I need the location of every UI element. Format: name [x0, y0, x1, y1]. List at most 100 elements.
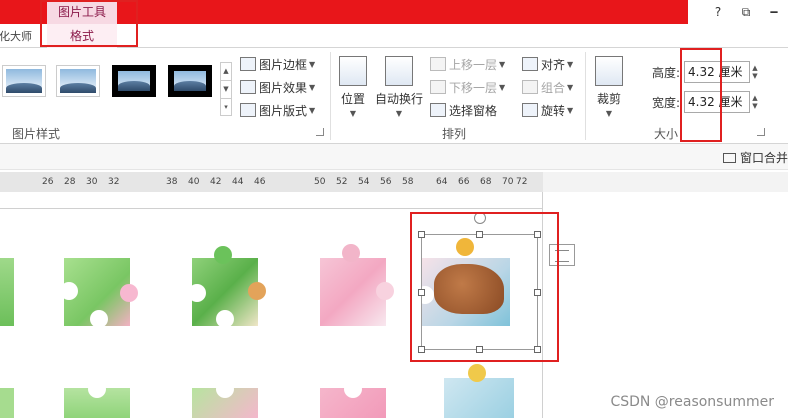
style-thumb-2[interactable]	[56, 65, 100, 97]
ruler-tick-label: 50	[314, 177, 326, 187]
picture-effects-icon	[240, 80, 256, 94]
ruler-tick-label: 44	[232, 177, 244, 187]
align-button[interactable]: 对齐 ▼	[522, 54, 573, 74]
style-thumb-4[interactable]	[168, 65, 212, 97]
picture-layout-label: 图片版式	[259, 103, 308, 118]
gallery-more-icon[interactable]: ▾	[221, 99, 231, 116]
puzzle-piece[interactable]	[0, 258, 14, 326]
ruler-tick-label: 72	[516, 177, 528, 187]
ruler-tick-label: 32	[108, 177, 120, 187]
merge-window-label: 窗口合并	[739, 151, 788, 165]
wrap-text-label: 自动换行	[374, 92, 423, 106]
window-icon	[722, 152, 736, 163]
ruler-tick-label: 40	[188, 177, 200, 187]
puzzle-piece[interactable]	[188, 246, 266, 328]
highlight-selected-picture	[410, 212, 559, 362]
ruler-tick-label: 66	[458, 177, 470, 187]
tab-beautify[interactable]: 美化大师	[0, 28, 32, 44]
separator	[330, 52, 331, 140]
selection-pane-icon	[430, 103, 446, 117]
picture-layout-icon	[240, 103, 256, 117]
restore-icon[interactable]: ⧉	[732, 5, 760, 20]
ruler-tick-label: 30	[86, 177, 98, 187]
style-thumb-1[interactable]	[2, 65, 46, 97]
width-spinner[interactable]: ▲ ▼	[750, 91, 760, 113]
selection-pane-label: 选择窗格	[449, 103, 498, 118]
gallery-down-icon[interactable]: ▼	[221, 81, 231, 99]
ruler-tick-label: 46	[254, 177, 266, 187]
horizontal-ruler[interactable]: 26 28 30 32 38 40 42 44 46 50 52 54 56 58 64 66 68 70 72	[0, 172, 543, 192]
page-top-edge	[0, 208, 543, 209]
selection-pane-button[interactable]: 选择窗格	[430, 100, 497, 120]
ruler-tick-label: 42	[210, 177, 222, 187]
ruler-tick-label: 26	[42, 177, 54, 187]
ruler-tick-label: 64	[436, 177, 448, 187]
group-icon	[522, 80, 538, 94]
bring-forward-button[interactable]: 上移一层 ▼	[430, 54, 505, 74]
ruler-tick-label: 54	[358, 177, 370, 187]
send-backward-icon	[430, 80, 446, 94]
crop-icon	[595, 56, 623, 86]
picture-border-icon	[240, 57, 256, 71]
size-launcher-icon[interactable]	[757, 128, 765, 136]
height-label: 高度:	[652, 66, 681, 80]
pane-bar: 窗口合并	[0, 144, 788, 170]
merge-window-button[interactable]: 窗口合并	[722, 149, 788, 166]
size-group-label: 大小	[654, 127, 679, 141]
picture-styles-launcher-icon[interactable]	[316, 128, 324, 136]
align-icon	[522, 57, 538, 71]
picture-effects-button[interactable]: 图片效果 ▼	[240, 77, 315, 97]
wrap-text-button[interactable]: 自动换行 ▼	[374, 56, 424, 118]
arrange-group-label: 排列	[442, 127, 467, 141]
position-button[interactable]: 位置 ▼	[338, 56, 368, 118]
send-backward-label: 下移一层	[449, 80, 498, 95]
separator	[585, 52, 586, 140]
crop-button[interactable]: 裁剪 ▼	[594, 56, 624, 118]
height-spinner[interactable]: ▲ ▼	[750, 61, 760, 83]
align-label: 对齐	[541, 57, 566, 72]
help-icon[interactable]: ?	[704, 5, 732, 19]
ruler-tick-label: 38	[166, 177, 178, 187]
bring-forward-label: 上移一层	[449, 57, 498, 72]
watermark: CSDN @reasonsummer	[610, 394, 774, 410]
ribbon: ▲ ▼ ▾ 图片边框 ▼ 图片效果 ▼ 图片版式 ▼ 图片样式 位置 ▼ 自动换行 ▼…	[0, 48, 788, 144]
ruler-tick-label: 70	[502, 177, 514, 187]
ruler-tick-label: 28	[64, 177, 76, 187]
ruler-tick-label: 68	[480, 177, 492, 187]
puzzle-piece[interactable]	[64, 380, 130, 418]
picture-border-button[interactable]: 图片边框 ▼	[240, 54, 315, 74]
rotate-button[interactable]: 旋转 ▼	[522, 100, 573, 120]
picture-effects-label: 图片效果	[259, 80, 308, 95]
position-icon	[339, 56, 367, 86]
puzzle-piece[interactable]	[320, 380, 386, 418]
group-button[interactable]: 组合 ▼	[522, 77, 573, 97]
ruler-tick-label: 56	[380, 177, 392, 187]
send-backward-button[interactable]: 下移一层 ▼	[430, 77, 505, 97]
rotate-icon	[522, 103, 538, 117]
puzzle-piece[interactable]	[444, 364, 514, 418]
puzzle-piece[interactable]	[60, 258, 138, 328]
picture-border-label: 图片边框	[259, 57, 308, 72]
gallery-up-icon[interactable]: ▲	[221, 63, 231, 81]
rotate-label: 旋转	[541, 103, 566, 118]
ruler-tick-label: 52	[336, 177, 348, 187]
highlight-format-tab	[40, 0, 138, 47]
puzzle-piece[interactable]	[0, 388, 14, 418]
wrap-text-icon	[385, 56, 413, 86]
window-controls: ? ⧉ 🗕	[688, 0, 788, 24]
crop-label: 裁剪	[596, 92, 621, 106]
width-label: 宽度:	[652, 96, 681, 110]
position-label: 位置	[340, 92, 365, 106]
puzzle-piece[interactable]	[192, 380, 258, 418]
gallery-scrollbar[interactable]: ▲ ▼ ▾	[220, 62, 232, 116]
picture-styles-group-label: 图片样式	[12, 127, 61, 141]
bring-forward-icon	[430, 57, 446, 71]
group-label: 组合	[541, 80, 566, 95]
ruler-right-area	[543, 172, 788, 192]
style-thumb-3[interactable]	[112, 65, 156, 97]
ruler-tick-label: 58	[402, 177, 414, 187]
highlight-size-fields	[680, 48, 722, 142]
puzzle-piece[interactable]	[320, 244, 394, 326]
picture-layout-button[interactable]: 图片版式 ▼	[240, 100, 315, 120]
minimize-icon[interactable]: 🗕	[760, 2, 788, 23]
